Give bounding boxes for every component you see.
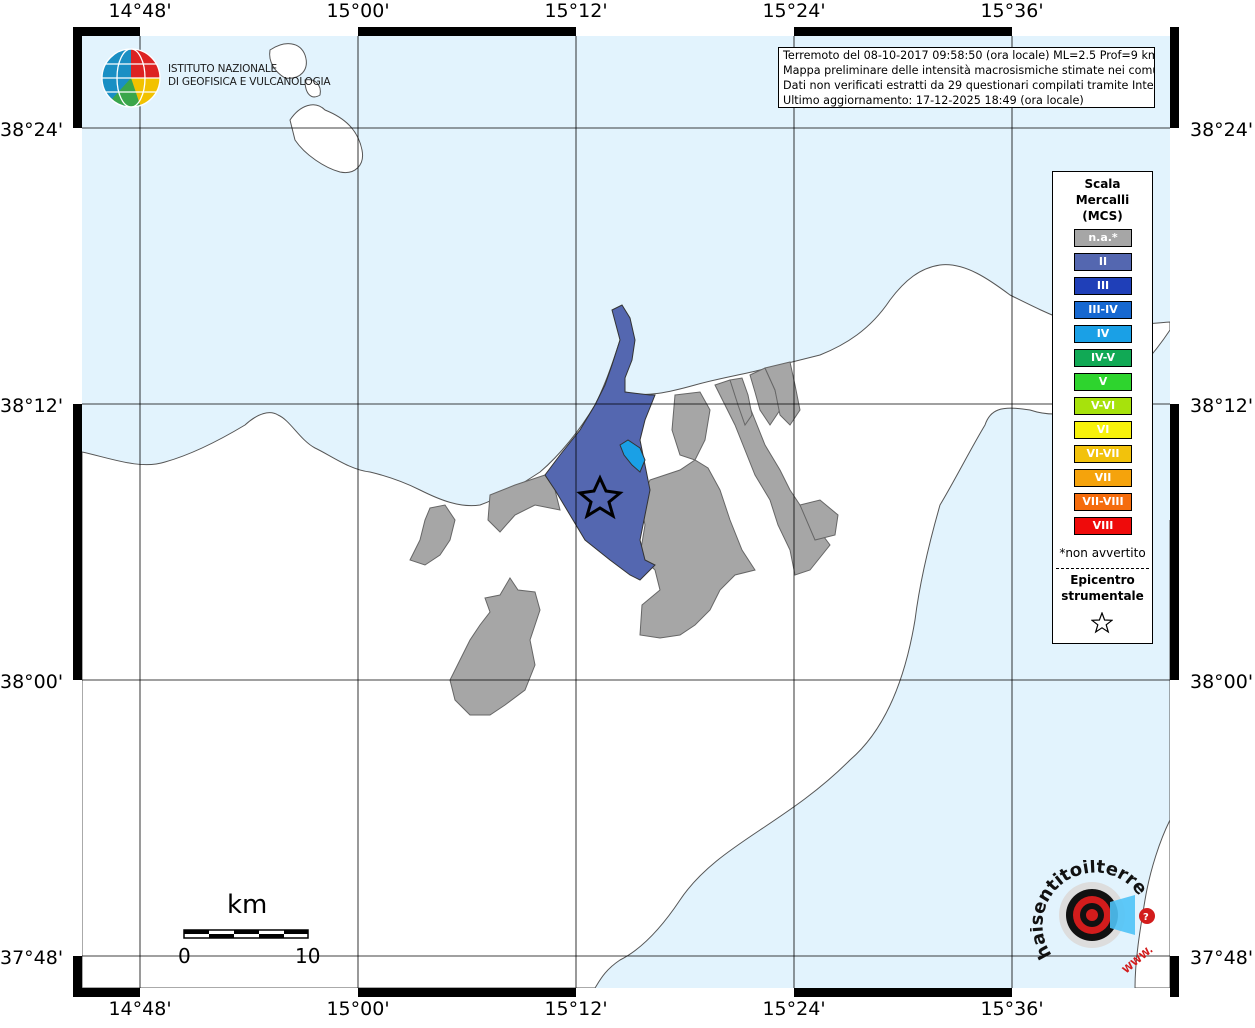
scale-end-label: 10 [295,944,321,968]
legend-swatch: VI-VII [1074,445,1132,463]
lat-label-right: 37°48' [1190,947,1254,969]
legend-swatch: IV-V [1074,349,1132,367]
legend-epicenter-line: Epicentro [1070,573,1135,587]
macroseismic-map: 14°48' 15°00' 15°12' 15°24' 15°36' 14°48… [0,0,1255,1024]
lon-label-top: 14°48' [108,0,172,22]
lat-label-right: 38°24' [1190,119,1254,141]
lat-label-left: 38°24' [0,119,64,141]
lat-label-left: 37°48' [0,947,64,969]
lat-label-left: 38°00' [0,671,64,693]
ingv-logo-text: ISTITUTO NAZIONALE DI GEOFISICA E VULCAN… [168,63,331,89]
star-icon [1091,612,1113,634]
legend-swatch: VI [1074,421,1132,439]
scale-bar: km 0 10 [175,890,325,970]
legend-epicenter-line: strumentale [1061,589,1144,603]
info-line: Ultimo aggiornamento: 17-12-2025 18:49 (… [783,94,1084,107]
lon-label-top: 15°12' [544,0,608,22]
legend-swatch: III-IV [1074,301,1132,319]
lat-label-right: 38°00' [1190,671,1254,693]
lat-label-left: 38°12' [0,395,64,417]
legend-swatch: II [1074,253,1132,271]
lon-label-bottom: 14°48' [108,998,172,1020]
watermark-url: haisentitoilterremoto.it [1030,860,1151,963]
legend-swatch: VIII [1074,517,1132,535]
legend-swatch: III [1074,277,1132,295]
info-line: Terremoto del 08-10-2017 09:58:50 (ora l… [783,49,1155,62]
scale-start-label: 0 [178,944,191,968]
legend-title-line: Mercalli [1075,193,1130,207]
watermark-www: WWW. [1121,945,1156,975]
logo-line: ISTITUTO NAZIONALE [168,63,277,75]
scale-unit: km [227,890,268,920]
logo-line: DI GEOFISICA E VULCANOLOGIA [168,76,331,88]
legend-title-line: (MCS) [1082,209,1123,223]
lon-label-bottom: 15°00' [326,998,390,1020]
info-line: Mappa preliminare delle intensità macros… [783,64,1155,77]
watermark-text: haisentitoilterremoto.it WWW. [1030,860,1156,975]
lat-label-right: 38°12' [1190,395,1254,417]
earthquake-info-box: Terremoto del 08-10-2017 09:58:50 (ora l… [778,47,1155,108]
legend-swatch: VII-VIII [1074,493,1132,511]
info-line: Dati non verificati estratti da 29 quest… [783,79,1155,92]
legend-note: *non avvertito [1059,546,1146,560]
lon-label-top: 15°24' [762,0,826,22]
legend-swatch: IV [1074,325,1132,343]
lon-label-top: 15°36' [980,0,1044,22]
mercalli-legend: Scala Mercalli (MCS) n.a.* II III III-IV IV I… [1052,171,1153,644]
lon-label-bottom: 15°36' [980,998,1044,1020]
lon-label-top: 15°00' [326,0,390,22]
lon-label-bottom: 15°24' [762,998,826,1020]
lon-label-bottom: 15°12' [544,998,608,1020]
svg-text:haisentitoilterremoto.it: haisentitoilterremoto.it [1030,860,1151,963]
legend-swatch: V [1074,373,1132,391]
legend-swatch: n.a.* [1074,229,1132,247]
legend-divider [1056,568,1149,569]
legend-title-line: Scala [1084,177,1121,191]
legend-epicenter-title: Epicentro strumentale [1053,572,1152,604]
legend-swatch: VII [1074,469,1132,487]
globe-icon [101,48,161,108]
legend-swatch: V-VI [1074,397,1132,415]
legend-title: Scala Mercalli (MCS) [1053,176,1152,224]
